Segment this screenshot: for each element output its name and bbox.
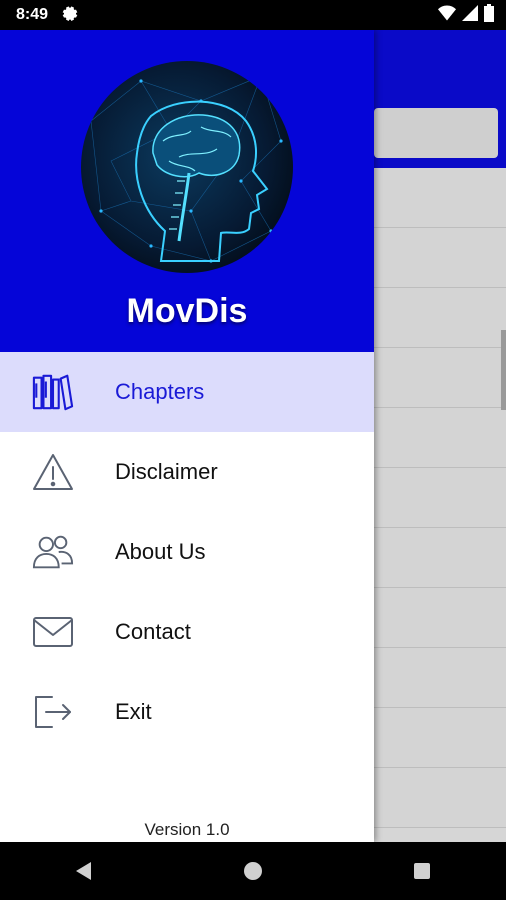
menu-item-label: Exit bbox=[115, 699, 152, 724]
back-button-icon[interactable] bbox=[54, 851, 114, 891]
menu-item-contact[interactable]: Contact bbox=[0, 592, 374, 672]
wifi-icon bbox=[438, 5, 456, 26]
menu-item-label: Disclaimer bbox=[115, 459, 218, 484]
mail-icon bbox=[32, 611, 74, 653]
app-name: MovDis bbox=[126, 292, 248, 330]
version-label: Version 1.0 bbox=[144, 820, 230, 839]
brain-logo-icon bbox=[81, 61, 293, 273]
menu-item-label: About Us bbox=[115, 539, 206, 564]
exit-icon bbox=[32, 691, 74, 733]
status-bar: 8:49 bbox=[0, 0, 506, 30]
settings-gear-icon bbox=[62, 5, 78, 26]
battery-icon bbox=[484, 3, 494, 27]
menu-item-exit[interactable]: Exit bbox=[0, 672, 374, 752]
books-icon bbox=[32, 371, 74, 413]
menu-item-chapters[interactable]: Chapters bbox=[0, 352, 374, 432]
recents-button-icon[interactable] bbox=[392, 851, 452, 891]
navigation-drawer: MovDis Chapters Disclaimer About Us Cont… bbox=[0, 30, 374, 842]
status-time: 8:49 bbox=[16, 6, 49, 23]
menu-item-about-us[interactable]: About Us bbox=[0, 512, 374, 592]
menu-item-label: Chapters bbox=[115, 379, 205, 404]
drawer-header: MovDis bbox=[0, 30, 374, 352]
users-icon bbox=[32, 531, 74, 573]
system-navigation-bar bbox=[0, 842, 506, 900]
warning-icon bbox=[32, 451, 74, 493]
menu-item-disclaimer[interactable]: Disclaimer bbox=[0, 432, 374, 512]
menu-item-label: Contact bbox=[115, 619, 191, 644]
drawer-menu: Chapters Disclaimer About Us Contact Exi… bbox=[0, 352, 374, 752]
signal-icon bbox=[462, 4, 478, 26]
home-button-icon[interactable] bbox=[223, 851, 283, 891]
